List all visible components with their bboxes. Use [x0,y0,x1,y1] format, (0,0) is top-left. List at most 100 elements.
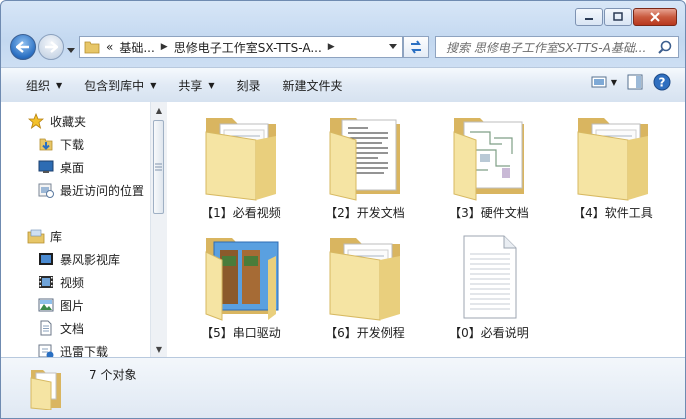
sidebar-item-storm-library[interactable]: 暴风影视库 [37,248,120,270]
close-button[interactable] [633,8,677,26]
share-menu[interactable]: 共享 ▼ [167,72,225,98]
share-label: 共享 [178,78,203,93]
folder-item[interactable]: 【1】必看视频 [181,106,301,224]
burn-label: 刻录 [236,78,261,93]
chevron-right-icon[interactable]: ▶ [161,42,168,52]
folder-label: 【6】开发例程 [325,326,405,340]
details-pane: 7 个对象 [1,357,685,418]
view-icon [591,76,607,88]
refresh-button[interactable] [403,36,429,58]
folder-item[interactable]: 【6】开发例程 [305,226,425,344]
new-folder-label: 新建文件夹 [282,78,343,93]
folder-label: 【2】开发文档 [325,206,405,220]
chevron-right-icon[interactable]: ▶ [328,42,335,52]
search-icon [658,40,672,54]
caption-buttons [575,8,677,26]
address-segment[interactable]: 思修电子工作室SX-TTS-A... [174,39,322,56]
folder-item[interactable]: 【5】串口驱动 [181,226,301,344]
folder-icon [320,106,410,202]
sidebar-item-label: 桌面 [60,160,85,175]
navigation-pane: 收藏夹 下载 桌面 最近访问的位置 库 暴风影视库 视频 图片 文档 迅雷下载 [1,102,152,359]
address-dropdown[interactable] [384,37,402,57]
sidebar-item-label: 最近访问的位置 [60,183,145,198]
forward-arrow-icon [45,41,58,53]
chevron-down-icon [67,48,75,53]
organize-label: 组织 [26,78,51,93]
star-icon [27,113,45,129]
file-label: 【0】必看说明 [449,326,529,340]
sidebar-item-label: 视频 [60,275,85,290]
refresh-icon [411,40,421,54]
navigation-pane-scrollbar[interactable]: ▲ ▼ [150,102,167,357]
folder-item[interactable]: 【3】硬件文档 [429,106,549,224]
back-button[interactable] [10,34,36,60]
command-bar: 组织 ▼ 包含到库中 ▼ 共享 ▼ 刻录 新建文件夹 ▼ ? [1,67,685,103]
address-overflow-chevron[interactable]: « [106,40,113,54]
folder-label: 【4】软件工具 [573,206,653,220]
new-folder-button[interactable]: 新建文件夹 [272,72,354,98]
item-count: 7 个对象 [89,368,137,382]
folder-label: 【1】必看视频 [201,206,281,220]
downloads-icon [37,136,55,152]
chevron-down-icon: ▼ [56,80,63,90]
folder-icon [30,370,61,410]
sidebar-item-label: 图片 [60,298,85,313]
folder-label: 【3】硬件文档 [449,206,529,220]
favorites-header[interactable]: 收藏夹 [27,110,86,132]
sidebar-item-label: 暴风影视库 [60,252,121,267]
sidebar-item-documents[interactable]: 文档 [37,317,84,339]
explorer-window: « 基础... ▶ 思修电子工作室SX-TTS-A... ▶ 搜索 思修电子工作… [0,0,686,419]
sidebar-item-videos[interactable]: 视频 [37,271,84,293]
folder-icon [196,226,286,322]
folder-icon [444,106,534,202]
organize-menu[interactable]: 组织 ▼ [15,72,73,98]
preview-pane-icon[interactable] [627,74,643,90]
address-bar[interactable]: « 基础... ▶ 思修电子工作室SX-TTS-A... ▶ [79,36,403,58]
folder-label: 【5】串口驱动 [201,326,281,340]
forward-button[interactable] [38,34,64,60]
chevron-down-icon: ▼ [208,80,215,90]
desktop-icon [37,159,55,175]
back-arrow-icon [16,41,29,53]
libraries-icon [27,228,45,244]
document-icon [37,320,55,336]
maximize-button[interactable] [604,8,632,26]
recent-places-icon [37,182,55,198]
scroll-down-arrow-icon[interactable]: ▼ [151,341,167,357]
text-file-icon [444,226,534,322]
picture-icon [37,297,55,313]
folder-item[interactable]: 【2】开发文档 [305,106,425,224]
film-icon [37,274,55,290]
libraries-header[interactable]: 库 [27,225,62,247]
include-in-library-menu[interactable]: 包含到库中 ▼ [73,72,167,98]
sidebar-item-label: 下载 [60,137,85,152]
file-list: 【1】必看视频 【2】开发文档 【3】硬件文档 【4】软件工具 【5】串口驱动 … [167,102,685,357]
folder-icon [568,106,658,202]
sidebar-item-recent-places[interactable]: 最近访问的位置 [37,179,144,201]
burn-button[interactable]: 刻录 [226,72,272,98]
help-icon[interactable]: ? [653,73,671,91]
sidebar-item-label: 文档 [60,321,85,336]
sidebar-item-downloads[interactable]: 下载 [37,133,84,155]
sidebar-item-pictures[interactable]: 图片 [37,294,84,316]
include-in-library-label: 包含到库中 [84,78,145,93]
sidebar-item-desktop[interactable]: 桌面 [37,156,84,178]
video-library-icon [37,251,55,267]
recent-pages-dropdown[interactable] [67,43,75,57]
scrollbar-thumb[interactable] [153,120,164,214]
libraries-label: 库 [50,229,63,244]
folder-icon [196,106,286,202]
folder-item[interactable]: 【4】软件工具 [553,106,673,224]
folder-icon [320,226,410,322]
search-input[interactable]: 搜索 思修电子工作室SX-TTS-A基础... [435,36,679,58]
close-icon [650,12,660,22]
file-item[interactable]: 【0】必看说明 [429,226,549,344]
scroll-up-arrow-icon[interactable]: ▲ [151,102,167,118]
chevron-down-icon [389,44,397,49]
minimize-button[interactable] [575,8,603,26]
change-view-button[interactable]: ▼ [591,76,617,88]
svg-text:?: ? [659,76,666,90]
minimize-icon [585,18,593,20]
search-placeholder: 搜索 思修电子工作室SX-TTS-A基础... [446,40,647,55]
address-segment[interactable]: 基础... [119,39,154,56]
